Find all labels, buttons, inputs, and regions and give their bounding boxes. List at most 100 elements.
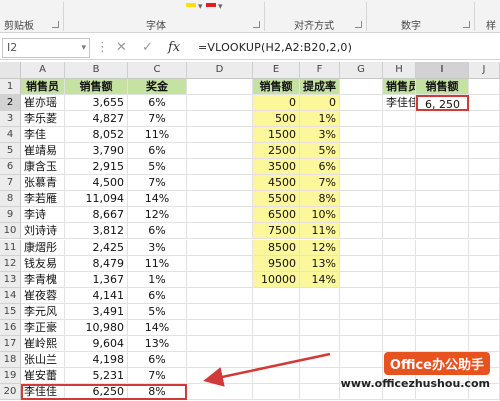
empty-cell[interactable] [469, 191, 500, 208]
bonus-cell[interactable]: 3% [128, 239, 187, 256]
rate-threshold-cell[interactable]: 10000 [253, 271, 300, 288]
empty-cell[interactable] [340, 143, 383, 160]
sales-amount-cell[interactable]: 10,980 [65, 319, 128, 336]
sales-amount-cell[interactable]: 2,915 [65, 159, 128, 176]
column-header-i[interactable]: I [416, 62, 469, 79]
rate-percent-cell[interactable]: 14% [300, 271, 340, 288]
column-header-g[interactable]: G [340, 62, 383, 79]
bonus-cell[interactable]: 8% [128, 383, 187, 400]
row-header[interactable]: 7 [0, 175, 21, 192]
font-dropdown-icon[interactable]: ▾ [198, 2, 203, 12]
rate-threshold-cell[interactable]: 4500 [253, 175, 300, 192]
empty-cell[interactable] [469, 287, 500, 304]
lookup-name-cell[interactable]: 李佳佳 [383, 95, 416, 112]
empty-cell[interactable] [416, 191, 469, 208]
empty-cell[interactable] [469, 95, 500, 112]
empty-cell[interactable] [253, 335, 300, 352]
salesperson-cell[interactable]: 张山兰 [21, 351, 65, 368]
empty-cell[interactable] [383, 287, 416, 304]
empty-cell[interactable] [187, 127, 253, 144]
empty-cell[interactable] [469, 335, 500, 352]
empty-cell[interactable] [253, 351, 300, 368]
empty-cell[interactable] [383, 319, 416, 336]
empty-cell[interactable] [416, 175, 469, 192]
empty-cell[interactable] [187, 111, 253, 128]
column-header-d[interactable]: D [187, 62, 253, 79]
rate-threshold-cell[interactable]: 0 [253, 95, 300, 112]
empty-cell[interactable] [416, 111, 469, 128]
row-header[interactable]: 19 [0, 367, 21, 384]
empty-cell[interactable] [469, 255, 500, 272]
salesperson-cell[interactable]: 康含玉 [21, 159, 65, 176]
empty-cell[interactable] [416, 303, 469, 320]
row-header[interactable]: 12 [0, 255, 21, 272]
empty-cell[interactable] [300, 335, 340, 352]
empty-cell[interactable] [187, 207, 253, 224]
row-header[interactable]: 1 [0, 79, 21, 96]
highlight-color-bar[interactable] [186, 3, 196, 7]
empty-cell[interactable] [469, 303, 500, 320]
rate-percent-cell[interactable]: 8% [300, 191, 340, 208]
salesperson-cell[interactable]: 张慕青 [21, 175, 65, 192]
bonus-cell[interactable]: 6% [128, 95, 187, 112]
column-header-j[interactable]: J [469, 62, 500, 79]
clipboard-launcher-icon[interactable] [52, 21, 59, 28]
font-color-dropdown-icon[interactable]: ▾ [218, 2, 223, 12]
empty-cell[interactable] [187, 351, 253, 368]
row-header[interactable]: 18 [0, 351, 21, 368]
rate-percent-cell[interactable]: 12% [300, 239, 340, 256]
empty-cell[interactable] [340, 159, 383, 176]
empty-cell[interactable] [340, 191, 383, 208]
sales-amount-cell[interactable]: 2,425 [65, 239, 128, 256]
empty-cell[interactable] [383, 207, 416, 224]
rate-percent-cell[interactable]: 5% [300, 143, 340, 160]
empty-cell[interactable] [469, 319, 500, 336]
empty-cell[interactable] [187, 79, 253, 96]
empty-cell[interactable] [416, 239, 469, 256]
rate-percent-cell[interactable]: 7% [300, 175, 340, 192]
empty-cell[interactable] [416, 159, 469, 176]
salesperson-cell[interactable]: 李诗 [21, 207, 65, 224]
cancel-icon[interactable]: ✕ [116, 40, 127, 56]
empty-cell[interactable] [383, 335, 416, 352]
empty-cell[interactable] [187, 287, 253, 304]
empty-cell[interactable] [416, 287, 469, 304]
salesperson-cell[interactable]: 崔安蕾 [21, 367, 65, 384]
rate-threshold-cell[interactable]: 9500 [253, 255, 300, 272]
column-header-c[interactable]: C [128, 62, 187, 79]
alignment-launcher-icon[interactable] [355, 21, 362, 28]
row-header[interactable]: 14 [0, 287, 21, 304]
empty-cell[interactable] [187, 95, 253, 112]
sales-amount-cell[interactable]: 3,790 [65, 143, 128, 160]
empty-cell[interactable] [383, 271, 416, 288]
empty-cell[interactable] [383, 255, 416, 272]
spreadsheet-grid[interactable]: ABCDEFGHIJ 1 2 3 4 5 6 7 8 9 10 11 12 13 14 15 16 17 18 19… [0, 62, 500, 401]
empty-cell[interactable] [253, 287, 300, 304]
empty-cell[interactable] [340, 303, 383, 320]
empty-cell[interactable] [469, 175, 500, 192]
empty-cell[interactable] [469, 207, 500, 224]
salesperson-cell[interactable]: 李佳 [21, 127, 65, 144]
number-launcher-icon[interactable] [463, 21, 470, 28]
empty-cell[interactable] [187, 319, 253, 336]
empty-cell[interactable] [187, 271, 253, 288]
empty-cell[interactable] [187, 191, 253, 208]
font-launcher-icon[interactable] [253, 21, 260, 28]
rate-percent-cell[interactable]: 1% [300, 111, 340, 128]
empty-cell[interactable] [469, 239, 500, 256]
empty-cell[interactable] [253, 303, 300, 320]
empty-cell[interactable] [187, 367, 253, 384]
lookup-header-cell[interactable]: 销售员 [383, 79, 416, 96]
empty-cell[interactable] [340, 319, 383, 336]
sales-amount-cell[interactable]: 3,655 [65, 95, 128, 112]
bonus-cell[interactable]: 11% [128, 255, 187, 272]
empty-cell[interactable] [383, 239, 416, 256]
salesperson-cell[interactable]: 李青槐 [21, 271, 65, 288]
salesperson-cell[interactable]: 钱友易 [21, 255, 65, 272]
row-header[interactable]: 16 [0, 319, 21, 336]
rate-threshold-cell[interactable]: 500 [253, 111, 300, 128]
lookup-header-cell[interactable]: 销售额 [416, 79, 469, 96]
salesperson-cell[interactable]: 李乐菱 [21, 111, 65, 128]
column-header-h[interactable]: H [383, 62, 416, 79]
salesperson-cell[interactable]: 崔岭熙 [21, 335, 65, 352]
